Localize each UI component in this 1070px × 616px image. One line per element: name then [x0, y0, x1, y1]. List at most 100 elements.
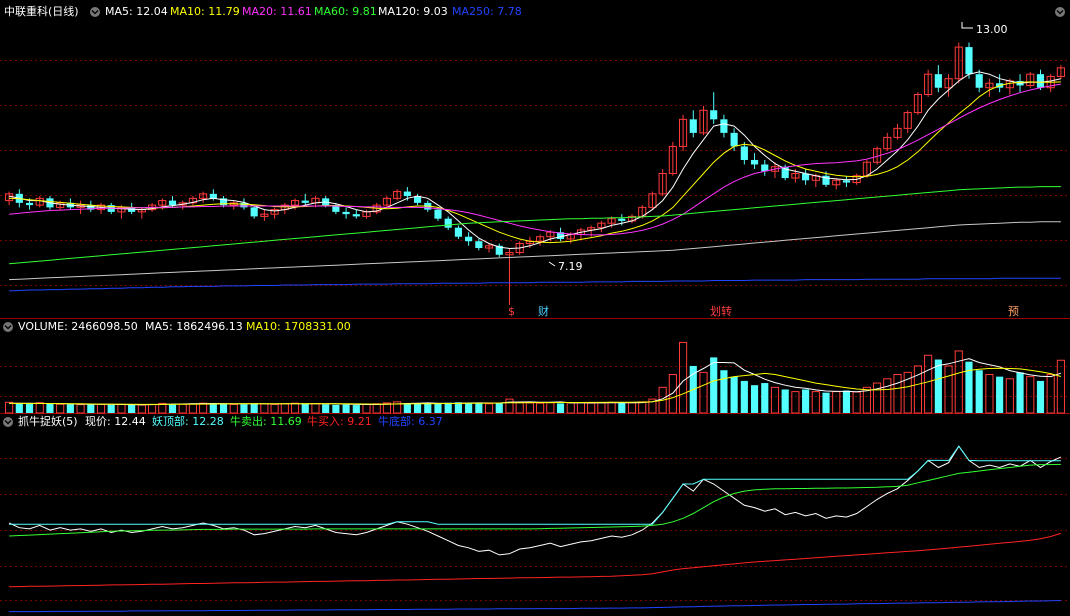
volume-bar [352, 405, 360, 413]
candle [750, 159, 759, 165]
volume-bar [168, 404, 177, 413]
volume-bar [883, 378, 892, 414]
volume-bar [280, 403, 289, 414]
ma-line-ma60 [9, 186, 1061, 265]
volume-bar [322, 404, 330, 413]
volume-bar [117, 403, 126, 414]
volume-bar [802, 389, 810, 413]
high-marker: 13.00 [961, 22, 1008, 36]
candle [475, 241, 483, 249]
volume-bar [944, 365, 953, 414]
volume-bar [893, 374, 902, 414]
volume-bar [342, 404, 350, 413]
volume-bar [434, 403, 442, 413]
price-menu-icon[interactable] [90, 7, 100, 17]
volume-bar [811, 391, 820, 414]
volume-bar [1036, 380, 1045, 413]
volume-bar [536, 402, 545, 414]
volume-bar [178, 403, 187, 414]
price-candles [5, 42, 1065, 305]
candle [710, 110, 718, 120]
volume-bar [576, 402, 586, 414]
event-marker-forecast[interactable]: 预 [1008, 305, 1019, 318]
candle [444, 218, 452, 228]
volume-menu-icon[interactable] [3, 322, 13, 332]
ma20-label: MA20: 11.61 [242, 5, 312, 18]
candle [720, 119, 728, 133]
volume-bar [597, 402, 606, 414]
candle [465, 236, 473, 242]
volume-bar [56, 403, 65, 414]
volume-bar [76, 404, 85, 414]
volume-bar [270, 403, 279, 414]
volume-bar [362, 403, 371, 414]
volume-bar [913, 365, 923, 414]
volume-bar [699, 371, 708, 414]
circle-chevron-down-icon [1055, 7, 1065, 17]
volume-bar [66, 404, 74, 413]
volume-ma5-line [9, 358, 1062, 406]
event-marker-finance[interactable]: 财 [538, 304, 549, 318]
ma-line-ma5 [8, 71, 1062, 250]
niu-indicator-name: 抓牛捉妖(5) [18, 414, 78, 428]
candle [842, 180, 851, 183]
volume-bar [311, 403, 320, 414]
volume-bar [556, 403, 565, 413]
volume-bar [219, 404, 228, 413]
candle [209, 193, 217, 199]
niu-current-line [8, 445, 1062, 556]
volume-bar [985, 374, 994, 414]
volume-bar [852, 391, 861, 414]
event-marker-dollar[interactable]: $ [508, 305, 515, 318]
volume-bar [638, 401, 647, 414]
volume-bar [290, 402, 300, 414]
volume-bar [46, 403, 54, 413]
niu-header: 抓牛捉妖(5) 现价: 12.44 妖顶部: 12.28 牛卖出: 11.69 … [3, 414, 443, 428]
volume-bar [107, 404, 115, 413]
candle [965, 47, 973, 75]
volume-bar [750, 385, 759, 413]
volume-bar [740, 380, 748, 413]
volume-ma10-line [9, 367, 1062, 405]
volume-bar [240, 404, 248, 413]
event-marker-transfer[interactable]: 划转 [710, 304, 732, 318]
circle-chevron-down-icon [3, 417, 13, 427]
volume-bar [842, 390, 851, 413]
volume-bar [822, 392, 830, 413]
volume-bar [1026, 376, 1035, 414]
volume-bar [301, 404, 309, 413]
panel-menu-icon[interactable] [1055, 7, 1065, 17]
low-marker-label: 7.19 [558, 260, 583, 273]
candle [730, 132, 738, 147]
ma250-label: MA250: 7.78 [452, 5, 522, 18]
volume-bar [618, 402, 626, 413]
volume-bar [250, 403, 258, 413]
niu-yaoding-label: 妖顶部: 12.28 [152, 414, 224, 428]
event-markers: $ 财 划转 预 [508, 304, 1019, 318]
circle-chevron-down-icon [3, 322, 13, 332]
candle [1036, 74, 1045, 88]
volume-bar [832, 391, 841, 414]
volume-bar [791, 391, 800, 414]
volume-label: VOLUME: 2466098.50 [18, 320, 138, 333]
volume-bar [996, 376, 1004, 413]
volume-bar [924, 354, 933, 414]
volume-bar [1046, 374, 1055, 414]
volume-bar [199, 402, 208, 414]
volume-bar [413, 403, 422, 413]
niu-menu-icon[interactable] [3, 417, 13, 427]
candle [352, 214, 360, 217]
volume-bar [505, 398, 514, 414]
volume-bar [546, 402, 555, 414]
volume-bar [934, 359, 942, 413]
low-marker: 7.19 [548, 260, 583, 273]
high-marker-label: 13.00 [976, 23, 1008, 36]
niu-sell-line [9, 463, 1061, 537]
ma10-label: MA10: 11.79 [170, 5, 240, 18]
volume-bar [1005, 378, 1014, 414]
volume-bar [1016, 372, 1024, 413]
volume-bar [137, 404, 146, 414]
volume-bar [525, 402, 534, 414]
volume-bar [87, 404, 95, 413]
candle [403, 191, 411, 197]
